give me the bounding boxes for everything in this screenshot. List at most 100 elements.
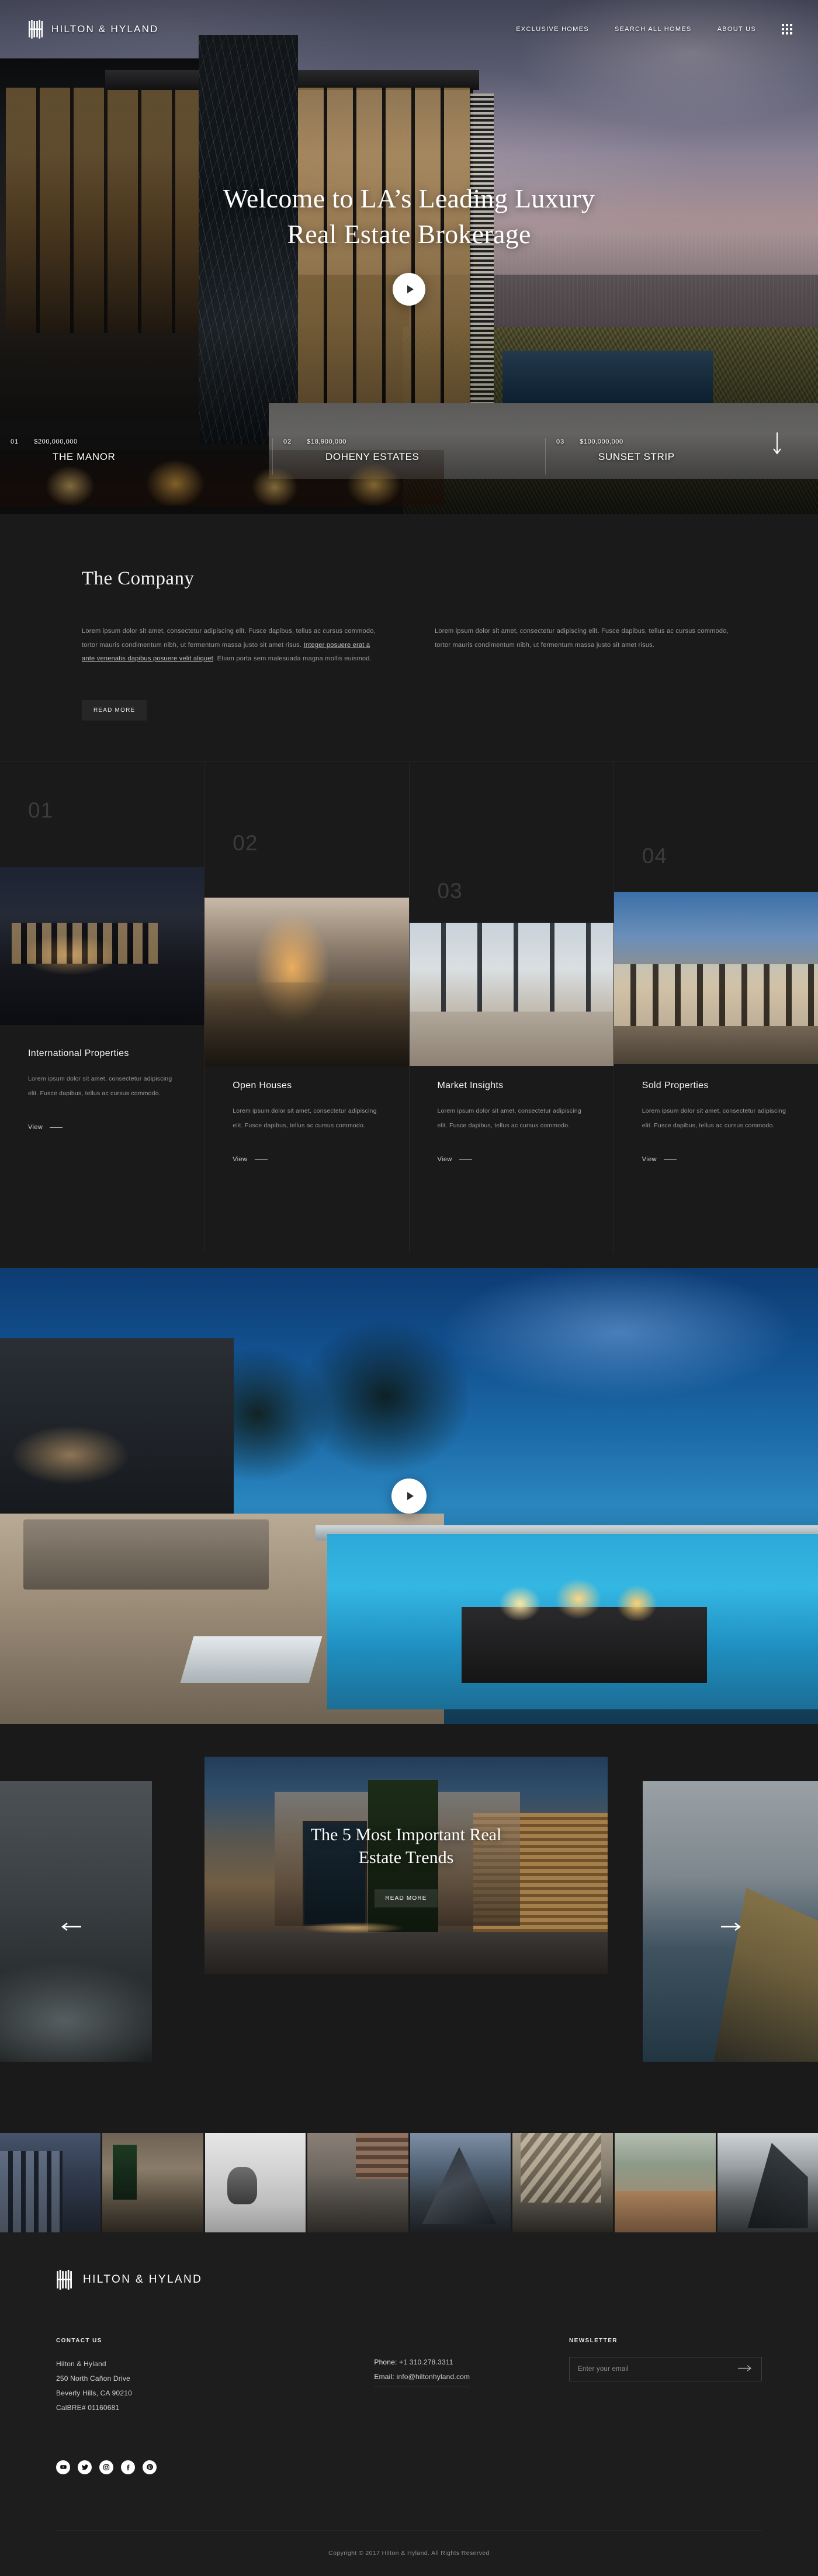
dash-icon xyxy=(254,1159,268,1160)
address-line-1: Hilton & Hyland xyxy=(56,2359,106,2368)
hero-play-button[interactable] xyxy=(393,273,425,306)
featured-article-title-line-2: Estate Trends xyxy=(358,1848,454,1868)
newsletter-form xyxy=(569,2356,762,2381)
angular-architecture-thumb[interactable] xyxy=(717,2132,818,2232)
night-modern-house-photo xyxy=(0,867,204,1025)
footer-phone-row: Phone: +1 310.278.3311 xyxy=(374,2355,569,2370)
featured-article-overlay: The 5 Most Important Real Estate Trends … xyxy=(204,1756,608,1974)
ticker-name: THE MANOR xyxy=(53,451,116,462)
ticker-item-2[interactable]: 02 $18,900,000 DOHENY ESTATES xyxy=(272,438,545,475)
a-frame-cabin-snow-thumb[interactable] xyxy=(410,2132,511,2232)
company-column-1: Lorem ipsum dolor sit amet, consectetur … xyxy=(82,625,383,666)
footer-social-links xyxy=(56,2460,374,2474)
wood-beam-interior-thumb[interactable] xyxy=(512,2132,614,2232)
featured-article-title-line-1: The 5 Most Important Real xyxy=(310,1824,502,1844)
play-icon xyxy=(407,285,414,294)
category-view-link[interactable]: View xyxy=(642,1156,795,1163)
ticker-item-3[interactable]: 03 $100,000,000 SUNSET STRIP xyxy=(545,438,818,475)
address-line-3: Beverly Hills, CA 90210 xyxy=(56,2389,132,2398)
carousel-prev-button[interactable] xyxy=(61,1922,81,1934)
nav-item-exclusive-homes[interactable]: EXCLUSIVE HOMES xyxy=(516,26,589,33)
copyright-text: Copyright © 2017 Hilton & Hyland. All Ri… xyxy=(328,2550,490,2557)
featured-article-card[interactable]: The 5 Most Important Real Estate Trends … xyxy=(204,1756,608,1974)
hh-monogram-icon xyxy=(28,20,43,39)
ticker-price: $18,900,000 xyxy=(307,438,347,445)
company-paragraph-1: Lorem ipsum dolor sit amet, consectetur … xyxy=(82,625,383,666)
category-card-international-properties[interactable]: 01 International Properties Lorem ipsum … xyxy=(0,762,204,1253)
bedroom-interior-thumb[interactable] xyxy=(102,2132,203,2232)
newsletter-submit-button[interactable] xyxy=(737,2364,753,2373)
hero-title-line-1: Welcome to LA’s Leading Luxury xyxy=(223,183,595,213)
primary-nav: EXCLUSIVE HOMES SEARCH ALL HOMES ABOUT U… xyxy=(516,24,792,34)
category-view-link[interactable]: View xyxy=(438,1156,590,1163)
youtube-icon[interactable] xyxy=(56,2460,70,2474)
nav-item-search-all-homes[interactable]: SEARCH ALL HOMES xyxy=(615,26,692,33)
footer-brand-logo[interactable]: HILTON & HYLAND xyxy=(56,2269,762,2290)
hero-property-ticker: 01 $200,000,000 THE MANOR 02 $18,900,000… xyxy=(0,438,818,475)
apartment-exterior-thumb[interactable] xyxy=(0,2132,101,2232)
category-body: Open Houses Lorem ipsum dolor sit amet, … xyxy=(233,1081,385,1163)
category-body: Sold Properties Lorem ipsum dolor sit am… xyxy=(642,1081,795,1163)
footer-address: Hilton & Hyland 250 North Cañon Drive Be… xyxy=(56,2357,374,2416)
instagram-icon[interactable] xyxy=(99,2460,113,2474)
misty-mountain-photo[interactable] xyxy=(0,1781,152,2062)
arrow-left-icon xyxy=(61,1922,81,1931)
video-banner-section xyxy=(0,1268,818,1724)
living-room-city-view-photo xyxy=(409,922,614,1066)
category-text: Lorem ipsum dolor sit amet, consectetur … xyxy=(233,1107,377,1129)
footer-phone-label: Phone: xyxy=(374,2357,397,2366)
kitchen-sink-vase-thumb[interactable] xyxy=(204,2132,306,2232)
category-title: Sold Properties xyxy=(642,1080,709,1090)
brick-kitchen-thumb[interactable] xyxy=(307,2132,408,2232)
category-title: International Properties xyxy=(28,1048,129,1058)
carousel-next-button[interactable] xyxy=(721,1922,741,1934)
ticker-item-1[interactable]: 01 $200,000,000 THE MANOR xyxy=(0,438,272,475)
dash-icon xyxy=(459,1159,472,1160)
category-number: 01 xyxy=(28,798,54,822)
company-column-2: Lorem ipsum dolor sit amet, consectetur … xyxy=(435,625,736,666)
featured-article-read-more-button[interactable]: READ MORE xyxy=(375,1889,438,1908)
mountain-view-kitchen-thumb[interactable] xyxy=(615,2132,716,2232)
arrow-right-icon xyxy=(738,2365,752,2371)
twitter-icon[interactable] xyxy=(78,2460,92,2474)
company-read-more-button[interactable]: READ MORE xyxy=(82,700,147,721)
category-view-label: View xyxy=(642,1156,657,1164)
video-play-layer xyxy=(0,1268,818,1724)
coastal-cliff-ocean-photo[interactable] xyxy=(643,1781,818,2062)
category-card-open-houses[interactable]: 02 Open Houses Lorem ipsum dolor sit ame… xyxy=(204,761,409,1253)
category-card-market-insights[interactable]: 03 Market Insights Lorem ipsum dolor sit… xyxy=(408,761,614,1253)
hero-title: Welcome to LA’s Leading Luxury Real Esta… xyxy=(0,181,818,252)
footer-email-value[interactable]: info@hiltonhyland.com xyxy=(396,2373,470,2381)
category-title: Market Insights xyxy=(437,1080,504,1090)
footer-phone-value[interactable]: +1 310.278.3311 xyxy=(399,2358,453,2366)
newsletter-email-input[interactable] xyxy=(578,2365,737,2373)
hh-monogram-icon xyxy=(56,2269,72,2290)
category-number: 02 xyxy=(233,830,258,855)
brand-logo[interactable]: HILTON & HYLAND xyxy=(28,20,159,39)
grid-dots-menu-icon[interactable] xyxy=(782,24,792,34)
nav-item-about-us[interactable]: ABOUT US xyxy=(718,26,756,33)
facebook-icon[interactable] xyxy=(121,2460,135,2474)
hero-content: Welcome to LA’s Leading Luxury Real Esta… xyxy=(0,181,818,306)
dash-icon xyxy=(664,1159,677,1160)
footer-contact-column: CONTACT US Hilton & Hyland 250 North Cañ… xyxy=(56,2338,374,2474)
category-text: Lorem ipsum dolor sit amet, consectetur … xyxy=(437,1107,581,1129)
category-body: International Properties Lorem ipsum dol… xyxy=(28,1048,181,1131)
footer-contact-label: CONTACT US xyxy=(56,2337,102,2344)
ticker-number: 01 xyxy=(11,438,19,445)
ticker-price: $100,000,000 xyxy=(580,438,623,445)
video-play-button[interactable] xyxy=(391,1478,427,1514)
ticker-number: 03 xyxy=(556,438,565,445)
footer-newsletter-column: NEWSLETTER xyxy=(569,2338,762,2474)
category-number: 04 xyxy=(642,843,667,868)
category-view-link[interactable]: View xyxy=(28,1124,181,1131)
newsletter-label: NEWSLETTER xyxy=(569,2337,618,2344)
ticker-name: DOHENY ESTATES xyxy=(325,451,420,462)
footer-email-row: Email: info@hiltonhyland.com xyxy=(374,2370,470,2388)
category-view-link[interactable]: View xyxy=(233,1156,385,1163)
site-header: HILTON & HYLAND EXCLUSIVE HOMES SEARCH A… xyxy=(0,0,818,58)
category-grid: 01 International Properties Lorem ipsum … xyxy=(0,761,818,1253)
pinterest-icon[interactable] xyxy=(143,2460,157,2474)
company-paragraph-2: Lorem ipsum dolor sit amet, consectetur … xyxy=(435,628,729,649)
category-card-sold-properties[interactable]: 04 Sold Properties Lorem ipsum dolor sit… xyxy=(613,761,818,1253)
